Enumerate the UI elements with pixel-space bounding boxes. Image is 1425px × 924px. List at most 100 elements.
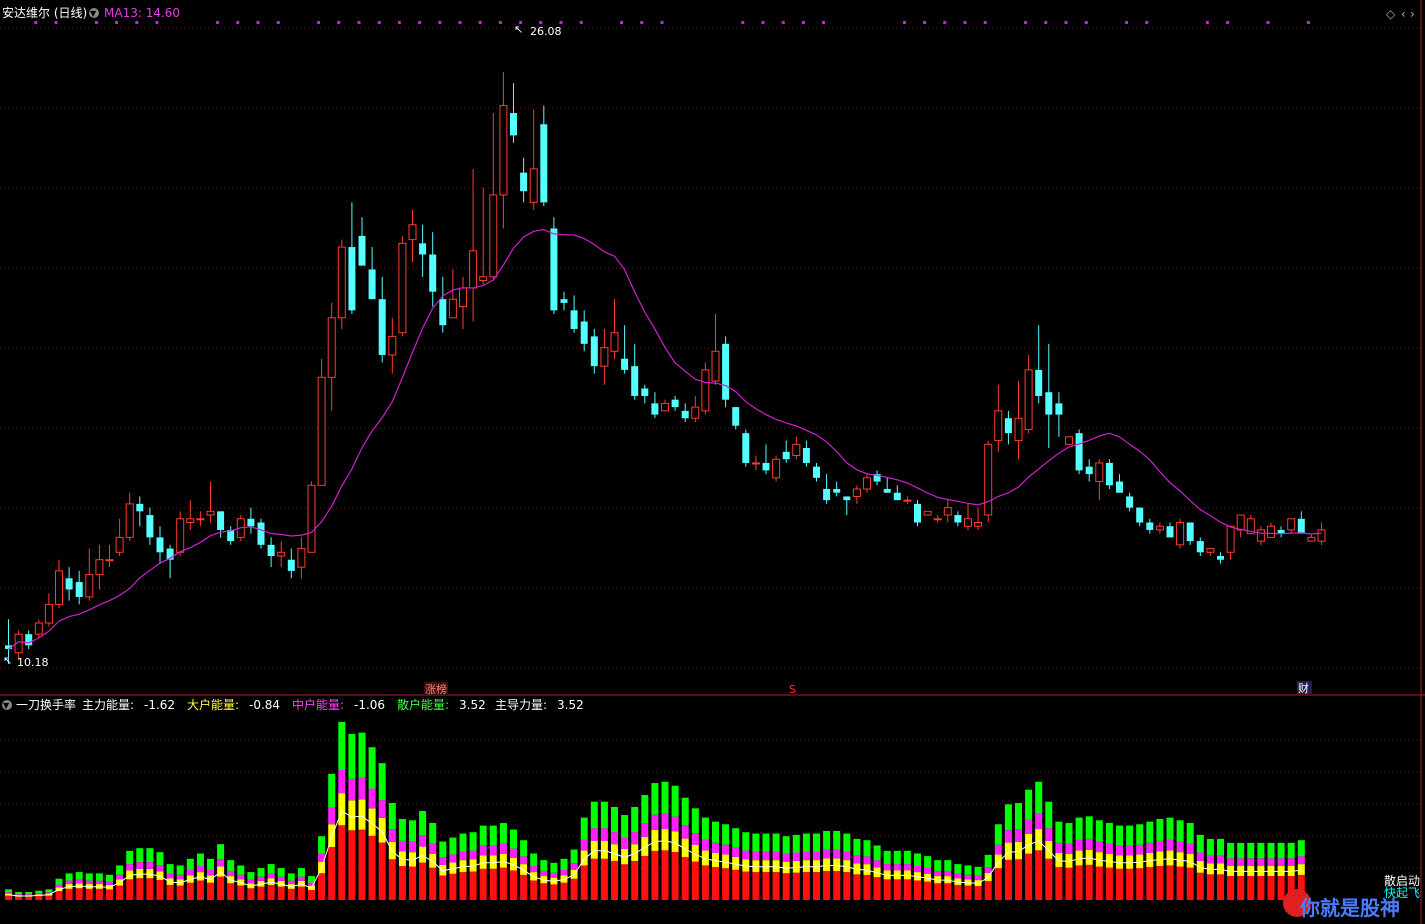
candle <box>621 325 629 374</box>
candle <box>105 544 114 568</box>
signal-dot <box>822 21 826 24</box>
candle <box>722 336 730 408</box>
candle <box>914 500 921 527</box>
candle <box>772 455 781 482</box>
candle <box>540 105 548 207</box>
candle <box>1206 548 1215 556</box>
candle <box>1075 429 1083 475</box>
candle <box>196 511 205 527</box>
candle <box>843 496 851 516</box>
candle <box>1136 507 1144 527</box>
scroll-left-icon[interactable]: ‹ <box>1401 7 1406 21</box>
indicator-values: 主力能量: -1.62 大户能量: -0.84 中户能量: -1.06 散户能量: 3.52 主… <box>82 697 584 712</box>
candle <box>1287 518 1296 534</box>
candle <box>1105 459 1113 489</box>
candle <box>257 518 265 549</box>
candle <box>95 544 104 590</box>
indicator-label-1: 大户能量: <box>187 697 239 712</box>
signal-dot <box>377 21 381 24</box>
max-price-arrow-icon: ↖ <box>514 23 523 36</box>
candle <box>1055 392 1063 437</box>
candle <box>1196 537 1204 556</box>
finance-tag[interactable]: 财 <box>1298 681 1309 695</box>
indicator-value-0: -1.62 <box>144 698 175 712</box>
signal-dot <box>923 21 927 24</box>
candle <box>610 299 619 359</box>
watermark-text: 你就是股神 <box>1299 896 1400 920</box>
candle <box>1004 410 1012 445</box>
candle <box>762 444 770 475</box>
candle <box>358 217 366 266</box>
signal-dot <box>943 21 947 24</box>
candle <box>661 399 669 412</box>
candle <box>711 314 720 385</box>
limit-up-tag[interactable]: 涨榜 <box>425 682 447 696</box>
indicator-value-1: -0.84 <box>249 698 280 712</box>
candle <box>964 503 972 530</box>
candle <box>742 429 750 467</box>
s-tag[interactable]: S <box>789 683 796 696</box>
signal-dot <box>1226 21 1230 24</box>
signal-dot <box>276 21 280 24</box>
indicator-label-4: 主导力量: <box>495 698 547 712</box>
signal-dot <box>1125 21 1129 24</box>
candle <box>873 470 881 486</box>
candle <box>529 109 538 210</box>
candle <box>146 507 154 545</box>
signal-dot <box>1145 21 1149 24</box>
candle <box>448 269 457 319</box>
candle <box>34 619 43 638</box>
candle <box>1176 518 1185 549</box>
candle <box>136 496 144 527</box>
candle <box>1256 526 1265 545</box>
energy-bars <box>5 721 1305 900</box>
candle <box>1014 381 1023 460</box>
signal-dot <box>397 21 401 24</box>
signal-dot <box>438 21 442 24</box>
indicator-label-2: 中户能量: <box>292 697 344 712</box>
signal-dot <box>418 21 422 24</box>
candle <box>560 291 568 311</box>
indicator-name: 一刀换手率 <box>16 697 76 712</box>
signal-dot <box>115 21 119 24</box>
ma-toggle-chevron-icon[interactable]: ▼ <box>90 9 97 18</box>
min-price-arrow-icon: ↖ <box>3 654 12 667</box>
signal-dot <box>357 21 361 24</box>
candle <box>419 224 427 277</box>
signal-dot <box>1306 21 1310 24</box>
stock-title: 安达维尔 (日线) <box>2 5 87 20</box>
candle <box>590 328 598 374</box>
candle <box>823 474 831 504</box>
candle <box>1045 343 1053 449</box>
candle <box>166 544 174 579</box>
candle <box>651 392 659 419</box>
signal-dot <box>1084 21 1088 24</box>
signal-dot <box>54 21 58 24</box>
min-price-label: 10.18 <box>17 656 49 669</box>
signal-dot <box>135 21 139 24</box>
candle <box>580 310 588 352</box>
signal-dot <box>1266 21 1270 24</box>
signal-dot <box>478 21 482 24</box>
signal-dot <box>559 21 563 24</box>
candle <box>156 526 164 564</box>
candle <box>974 507 983 530</box>
candle <box>307 481 316 553</box>
scroll-right-icon[interactable]: › <box>1410 7 1415 21</box>
candle <box>671 395 679 411</box>
signal-dot <box>801 21 805 24</box>
signal-dot <box>741 21 745 24</box>
candle <box>337 239 346 329</box>
indicator-label-0: 主力能量: <box>82 698 134 712</box>
signal-dot <box>317 21 321 24</box>
candle <box>1217 552 1224 564</box>
candle <box>206 481 215 523</box>
candle <box>691 395 700 422</box>
signal-dot <box>902 21 906 24</box>
indicator-menu-chevron-icon[interactable]: ▼ <box>3 701 10 710</box>
indicator-value-2: -1.06 <box>354 698 385 712</box>
signal-dot <box>34 21 38 24</box>
expand-diamond-icon[interactable]: ◇ <box>1386 7 1396 21</box>
signal-dot <box>236 21 240 24</box>
candle <box>1095 459 1104 501</box>
